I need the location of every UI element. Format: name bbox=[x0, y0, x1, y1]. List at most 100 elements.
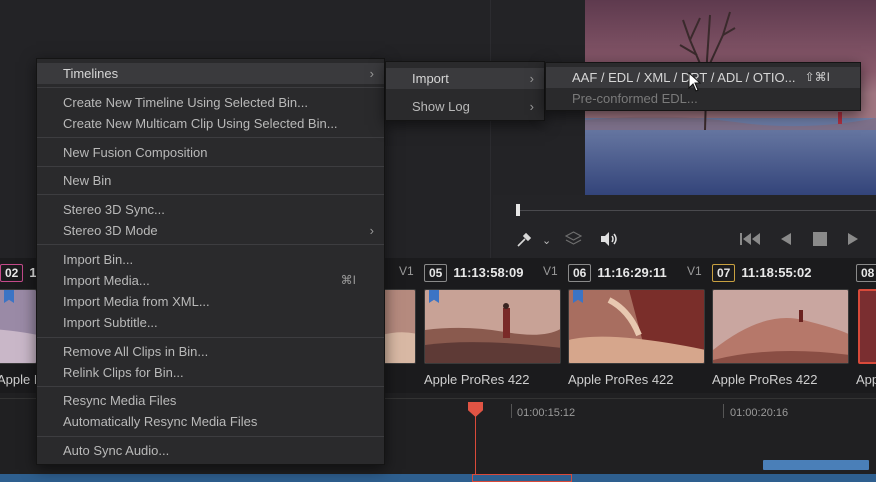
clip-card[interactable]: 05 11:13:58:09 V1 Apple ProRes 422 bbox=[424, 258, 564, 393]
menu-item-label: Import Subtitle... bbox=[63, 315, 158, 330]
menu-item-auto-sync-audio[interactable]: Auto Sync Audio... bbox=[37, 440, 384, 461]
clip-number-badge: 08 bbox=[856, 264, 876, 282]
ruler-tick bbox=[723, 404, 724, 418]
ruler-tick bbox=[511, 404, 512, 418]
mouse-cursor-icon bbox=[688, 71, 702, 95]
menu-item-label: Relink Clips for Bin... bbox=[63, 365, 184, 380]
menu-item-stereo-3d-mode[interactable]: Stereo 3D Mode › bbox=[37, 220, 384, 241]
clip-track-label: V1 bbox=[399, 264, 414, 278]
chevron-right-icon: › bbox=[529, 71, 534, 86]
volume-icon[interactable] bbox=[599, 231, 619, 250]
menu-separator bbox=[37, 87, 384, 88]
playhead-line[interactable] bbox=[475, 406, 476, 482]
clip-card[interactable]: V1 bbox=[380, 258, 420, 393]
chevron-down-icon[interactable]: ⌄ bbox=[542, 234, 551, 249]
menu-item-label: Import Media from XML... bbox=[63, 294, 210, 309]
menu-item-import-bin[interactable]: Import Bin... bbox=[37, 249, 384, 270]
clip-thumbnail[interactable] bbox=[712, 289, 849, 364]
clip-codec: Apple Pr bbox=[0, 372, 40, 387]
menu-item-label: Remove All Clips in Bin... bbox=[63, 344, 209, 359]
menu-item-auto-resync-media-files[interactable]: Automatically Resync Media Files bbox=[37, 411, 384, 432]
menu-item-label: Show Log bbox=[412, 99, 470, 114]
timeline-clip[interactable] bbox=[763, 460, 869, 470]
menu-item-relink-clips[interactable]: Relink Clips for Bin... bbox=[37, 362, 384, 383]
menu-item-pre-conformed-edl[interactable]: Pre-conformed EDL... bbox=[546, 88, 860, 109]
panel-divider bbox=[490, 0, 491, 258]
menu-item-show-log[interactable]: Show Log › bbox=[386, 96, 544, 117]
menu-separator bbox=[37, 137, 384, 138]
clip-card[interactable]: 06 11:16:29:11 V1 Apple ProRes 422 bbox=[568, 258, 708, 393]
menu-item-import[interactable]: Import › bbox=[386, 68, 544, 89]
menu-item-label: Create New Multicam Clip Using Selected … bbox=[63, 116, 338, 131]
chevron-right-icon: › bbox=[369, 66, 374, 81]
clip-number-badge: 02 bbox=[0, 264, 24, 282]
chevron-right-icon: › bbox=[529, 99, 534, 114]
clip-codec: Apple ProRes 422 bbox=[568, 372, 674, 387]
menu-item-label: New Bin bbox=[63, 173, 112, 188]
menu-item-label: Create New Timeline Using Selected Bin..… bbox=[63, 95, 308, 110]
menu-item-label: Import Media... bbox=[63, 273, 150, 288]
menu-separator bbox=[37, 166, 384, 167]
clip-track-label: V1 bbox=[543, 264, 558, 278]
clip-thumbnail[interactable] bbox=[858, 289, 876, 364]
menu-separator bbox=[37, 337, 384, 338]
menu-item-label: Timelines bbox=[63, 66, 119, 81]
chevron-right-icon: › bbox=[369, 223, 374, 238]
menu-item-import-aaf-edl-xml[interactable]: AAF / EDL / XML / DRT / ADL / OTIO... ⇧⌘… bbox=[546, 67, 860, 88]
clip-timecode: 11:16:29:11 bbox=[597, 265, 667, 280]
clip-card[interactable]: 0212 Apple Pr bbox=[0, 258, 40, 393]
menu-item-label: Automatically Resync Media Files bbox=[63, 414, 258, 429]
clip-number-badge: 06 bbox=[568, 264, 592, 282]
stop-icon[interactable] bbox=[813, 232, 827, 249]
menu-item-resync-media-files[interactable]: Resync Media Files bbox=[37, 390, 384, 411]
menu-item-create-new-timeline[interactable]: Create New Timeline Using Selected Bin..… bbox=[37, 92, 384, 113]
menu-item-label: Stereo 3D Mode bbox=[63, 223, 158, 238]
menu-separator bbox=[37, 194, 384, 195]
menu-item-new-bin[interactable]: New Bin bbox=[37, 170, 384, 191]
menu-item-timelines[interactable]: Timelines › bbox=[37, 63, 384, 84]
scrubber-track[interactable] bbox=[518, 210, 876, 211]
menu-item-import-subtitle[interactable]: Import Subtitle... bbox=[37, 312, 384, 333]
menu-separator bbox=[37, 386, 384, 387]
clip-timecode: 11:18:55:02 bbox=[741, 265, 812, 280]
skip-back-icon[interactable] bbox=[740, 232, 762, 249]
clip-card[interactable]: 07 11:18:55:02 Apple ProRes 422 bbox=[712, 258, 852, 393]
clip-codec: Apple ProRes 422 bbox=[712, 372, 818, 387]
menu-item-import-media-from-xml[interactable]: Import Media from XML... bbox=[37, 291, 384, 312]
menu-item-label: Stereo 3D Sync... bbox=[63, 202, 165, 217]
clip-thumbnail[interactable] bbox=[380, 289, 416, 364]
menu-item-remove-all-clips[interactable]: Remove All Clips in Bin... bbox=[37, 341, 384, 362]
play-icon[interactable] bbox=[847, 232, 859, 249]
clip-thumbnail[interactable] bbox=[0, 289, 37, 364]
menu-item-shortcut: ⌘I bbox=[340, 273, 356, 287]
layers-icon[interactable] bbox=[564, 231, 583, 249]
clip-thumbnail[interactable] bbox=[424, 289, 561, 364]
context-menu: Timelines › Create New Timeline Using Se… bbox=[36, 58, 385, 465]
play-reverse-icon[interactable] bbox=[780, 232, 792, 249]
scrubber-handle[interactable] bbox=[516, 204, 520, 216]
clip-number-badge: 07 bbox=[712, 264, 736, 282]
menu-item-label: Import bbox=[412, 71, 449, 86]
timeline-track[interactable] bbox=[0, 474, 876, 482]
timeline-selected-clip[interactable] bbox=[472, 474, 572, 482]
menu-item-label: New Fusion Composition bbox=[63, 145, 208, 160]
menu-item-import-media[interactable]: Import Media... ⌘I bbox=[37, 270, 384, 291]
menu-item-label: Resync Media Files bbox=[63, 393, 177, 408]
menu-item-label: Pre-conformed EDL... bbox=[572, 91, 698, 106]
clip-timecode: 11:13:58:09 bbox=[453, 265, 524, 280]
ruler-timecode: 01:00:20:16 bbox=[730, 407, 789, 419]
clip-thumbnail[interactable] bbox=[568, 289, 705, 364]
menu-item-stereo-3d-sync[interactable]: Stereo 3D Sync... bbox=[37, 199, 384, 220]
menu-item-label: Import Bin... bbox=[63, 252, 134, 267]
import-submenu: AAF / EDL / XML / DRT / ADL / OTIO... ⇧⌘… bbox=[545, 62, 861, 111]
timelines-submenu: Import › Show Log › bbox=[385, 61, 545, 121]
menu-item-label: AAF / EDL / XML / DRT / ADL / OTIO... bbox=[572, 70, 796, 85]
clip-card[interactable]: 08 App bbox=[856, 258, 876, 393]
menu-separator bbox=[37, 244, 384, 245]
menu-item-new-fusion-composition[interactable]: New Fusion Composition bbox=[37, 142, 384, 163]
eyedropper-icon[interactable] bbox=[516, 232, 532, 251]
menu-item-label: Auto Sync Audio... bbox=[63, 443, 170, 458]
clip-number-badge: 05 bbox=[424, 264, 448, 282]
menu-item-create-multicam-clip[interactable]: Create New Multicam Clip Using Selected … bbox=[37, 113, 384, 134]
ruler-timecode: 01:00:15:12 bbox=[517, 407, 576, 419]
